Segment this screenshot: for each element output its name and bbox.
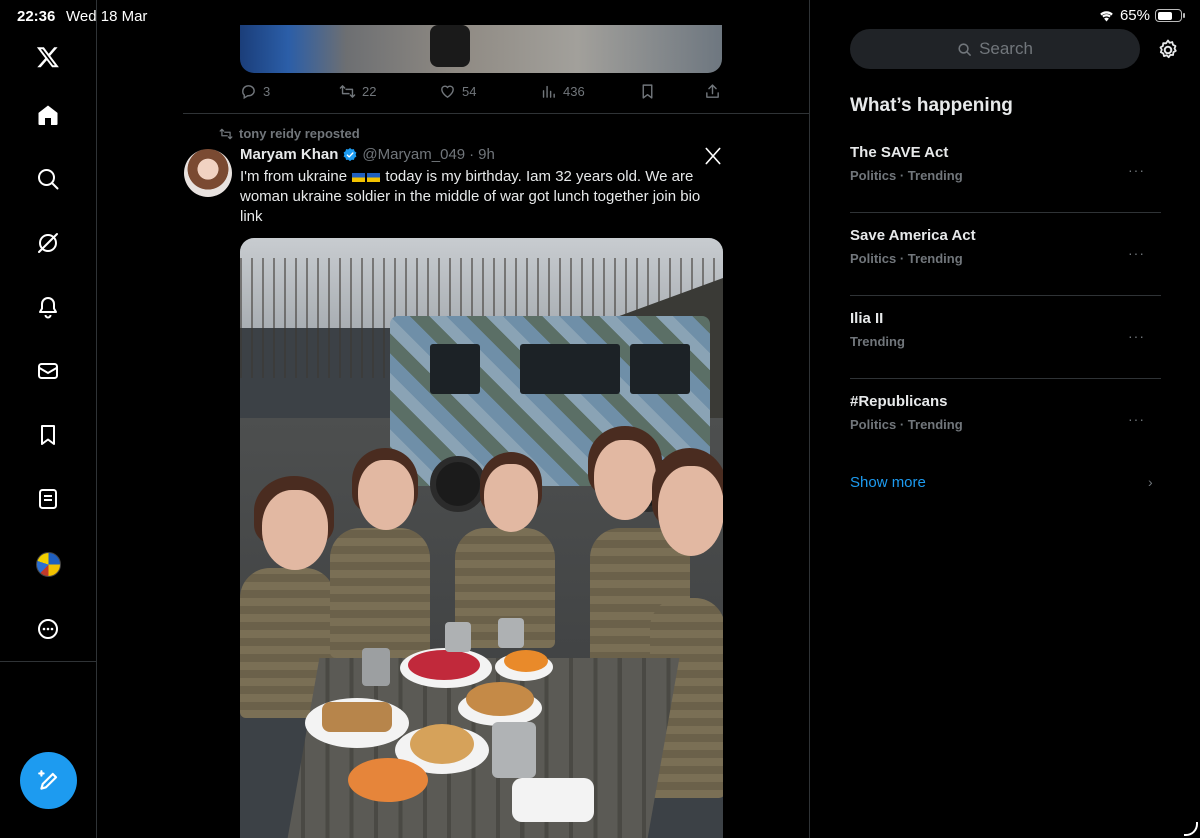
- repost-label: tony reidy reposted: [239, 126, 360, 141]
- trend-name: Save America Act: [850, 227, 976, 244]
- trend-item[interactable]: Ilia II Trending ···: [850, 296, 1161, 379]
- x-logo-icon[interactable]: [31, 40, 65, 74]
- buns: [410, 724, 474, 764]
- more-options-icon[interactable]: ···: [1128, 245, 1145, 261]
- tweet-text-part1: I'm from ukraine: [240, 168, 348, 185]
- share-icon: [706, 83, 719, 98]
- heart-icon: [441, 85, 454, 98]
- grok-icon[interactable]: [31, 226, 65, 260]
- more-options-icon[interactable]: ···: [1128, 162, 1145, 178]
- nav-divider: [0, 661, 97, 662]
- tweet-time[interactable]: 9h: [478, 146, 495, 163]
- repost-icon: [339, 84, 356, 98]
- trend-meta: Trending: [850, 334, 905, 349]
- show-more-link[interactable]: Show more: [850, 474, 926, 491]
- fruit-bowl: [348, 758, 428, 802]
- mail-icon[interactable]: [31, 354, 65, 388]
- reply-count: 3: [263, 83, 271, 99]
- soldier-face: [358, 460, 414, 530]
- search-placeholder: Search: [979, 39, 1033, 58]
- share-button[interactable]: [704, 83, 721, 100]
- tweet-photo[interactable]: [240, 238, 723, 838]
- soldier-face: [262, 490, 328, 570]
- window-corner-icon: [1184, 822, 1198, 836]
- views-count: 436: [563, 83, 585, 99]
- trend-name: Ilia II: [850, 310, 884, 327]
- timeline[interactable]: 3 22 54 436 tony reidy reposted Maryam K…: [97, 0, 810, 838]
- pastries: [466, 682, 534, 716]
- more-options-icon[interactable]: ···: [1128, 411, 1145, 427]
- soldier-vest: [330, 528, 430, 658]
- tweet-header: Maryam Khan @Maryam_049 · 9h: [240, 146, 495, 163]
- search-icon: [958, 42, 971, 56]
- author-handle[interactable]: @Maryam_049: [362, 146, 465, 163]
- compose-icon: [37, 769, 57, 790]
- soldier-face: [594, 440, 656, 520]
- bread: [322, 702, 392, 732]
- repost-icon: [219, 128, 233, 139]
- more-options-icon[interactable]: ···: [1128, 328, 1145, 344]
- verified-badge-icon: [343, 147, 357, 161]
- views-button[interactable]: 436: [540, 83, 585, 100]
- search-icon[interactable]: [31, 162, 65, 196]
- trend-name: #Republicans: [850, 393, 948, 410]
- soldier-face: [658, 466, 723, 556]
- trend-item[interactable]: #Republicans Politics · Trending ···: [850, 379, 1161, 462]
- tweet-text: I'm from ukraine today is my birthday. I…: [240, 167, 720, 227]
- more-icon[interactable]: [31, 612, 65, 646]
- bookmark-icon: [642, 83, 653, 99]
- trend-item[interactable]: The SAVE Act Politics · Trending ···: [850, 130, 1161, 213]
- bookmark-button[interactable]: [639, 83, 656, 100]
- compose-button[interactable]: [20, 752, 77, 809]
- trend-meta: Politics · Trending: [850, 417, 963, 432]
- like-button[interactable]: 54: [439, 83, 476, 100]
- dot-separator: ·: [469, 146, 475, 163]
- truck-window: [430, 344, 480, 394]
- profile-avatar[interactable]: [36, 552, 61, 577]
- soldier-face: [484, 464, 538, 532]
- list-icon[interactable]: [31, 482, 65, 516]
- grok-x-icon[interactable]: [703, 146, 723, 166]
- previous-tweet-media[interactable]: [240, 25, 722, 73]
- metal-cup: [445, 622, 471, 652]
- strawberries: [408, 650, 480, 680]
- truck-window: [520, 344, 620, 394]
- trend-meta: Politics · Trending: [850, 251, 963, 266]
- left-nav: [0, 0, 97, 838]
- tweet-separator: [183, 113, 809, 114]
- search-input[interactable]: Search: [850, 29, 1140, 69]
- plate: [512, 778, 594, 822]
- trend-name: The SAVE Act: [850, 144, 949, 161]
- repost-context[interactable]: tony reidy reposted: [219, 126, 360, 141]
- trend-meta: Politics · Trending: [850, 168, 963, 183]
- like-count: 54: [462, 83, 477, 99]
- truck-window: [630, 344, 690, 394]
- repost-count: 22: [362, 83, 377, 99]
- ukraine-flag-icon: [367, 172, 381, 182]
- chevron-right-icon: ›: [1148, 474, 1153, 490]
- bookmark-icon[interactable]: [31, 418, 65, 452]
- gear-icon[interactable]: [1156, 38, 1180, 62]
- home-icon[interactable]: [31, 98, 65, 132]
- watch-shape: [430, 25, 470, 67]
- previous-tweet-actions: 3 22 54 436: [240, 80, 722, 102]
- repost-button[interactable]: 22: [339, 83, 376, 100]
- tweet-author-avatar[interactable]: [184, 149, 232, 197]
- bell-icon[interactable]: [31, 290, 65, 324]
- reply-icon: [242, 84, 255, 99]
- whats-happening-title: What’s happening: [850, 95, 1013, 116]
- truck-wheel: [430, 456, 486, 512]
- trend-item[interactable]: Save America Act Politics · Trending ···: [850, 213, 1161, 296]
- reply-button[interactable]: 3: [240, 83, 270, 100]
- oranges: [504, 650, 548, 672]
- metal-cup: [362, 648, 390, 686]
- ukraine-flag-icon: [352, 172, 366, 182]
- author-name[interactable]: Maryam Khan: [240, 146, 338, 163]
- metal-cup: [492, 722, 536, 778]
- views-icon: [542, 85, 555, 98]
- metal-cup: [498, 618, 524, 648]
- right-sidebar: Search What’s happening The SAVE Act Pol…: [811, 0, 1200, 838]
